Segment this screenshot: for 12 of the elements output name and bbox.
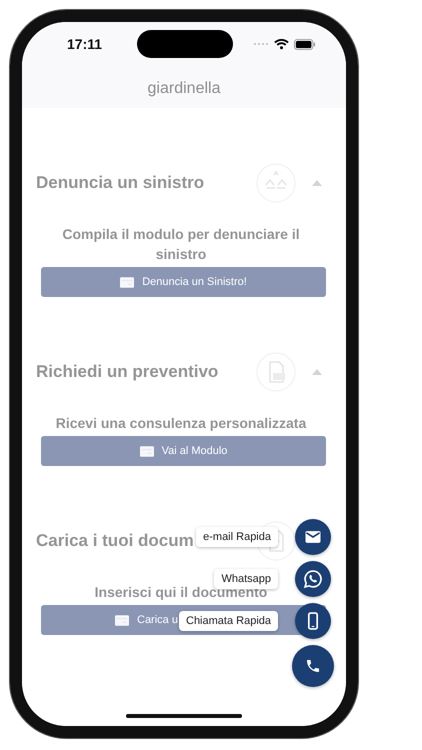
clock-time: 17:11 (67, 36, 104, 52)
action-label: e-mail Rapida (196, 527, 278, 547)
section-title: Richiedi un preventivo (36, 362, 218, 382)
action-label: Whatsapp (214, 569, 278, 589)
action-label: Chiamata Rapida (179, 611, 278, 631)
form-button[interactable]: Denuncia un Sinistro! (41, 267, 326, 297)
form-button[interactable]: Vai al Modulo (41, 436, 326, 466)
section-title: Carica i tuoi docum (36, 531, 194, 551)
app-title: giardinella (146, 80, 222, 98)
section-title: Denuncia un sinistro (36, 173, 204, 193)
section-description: Ricevi una consulenza personalizzata (54, 414, 308, 433)
section-description: Compila il modulo per denunciare il sinistro (61, 225, 301, 264)
